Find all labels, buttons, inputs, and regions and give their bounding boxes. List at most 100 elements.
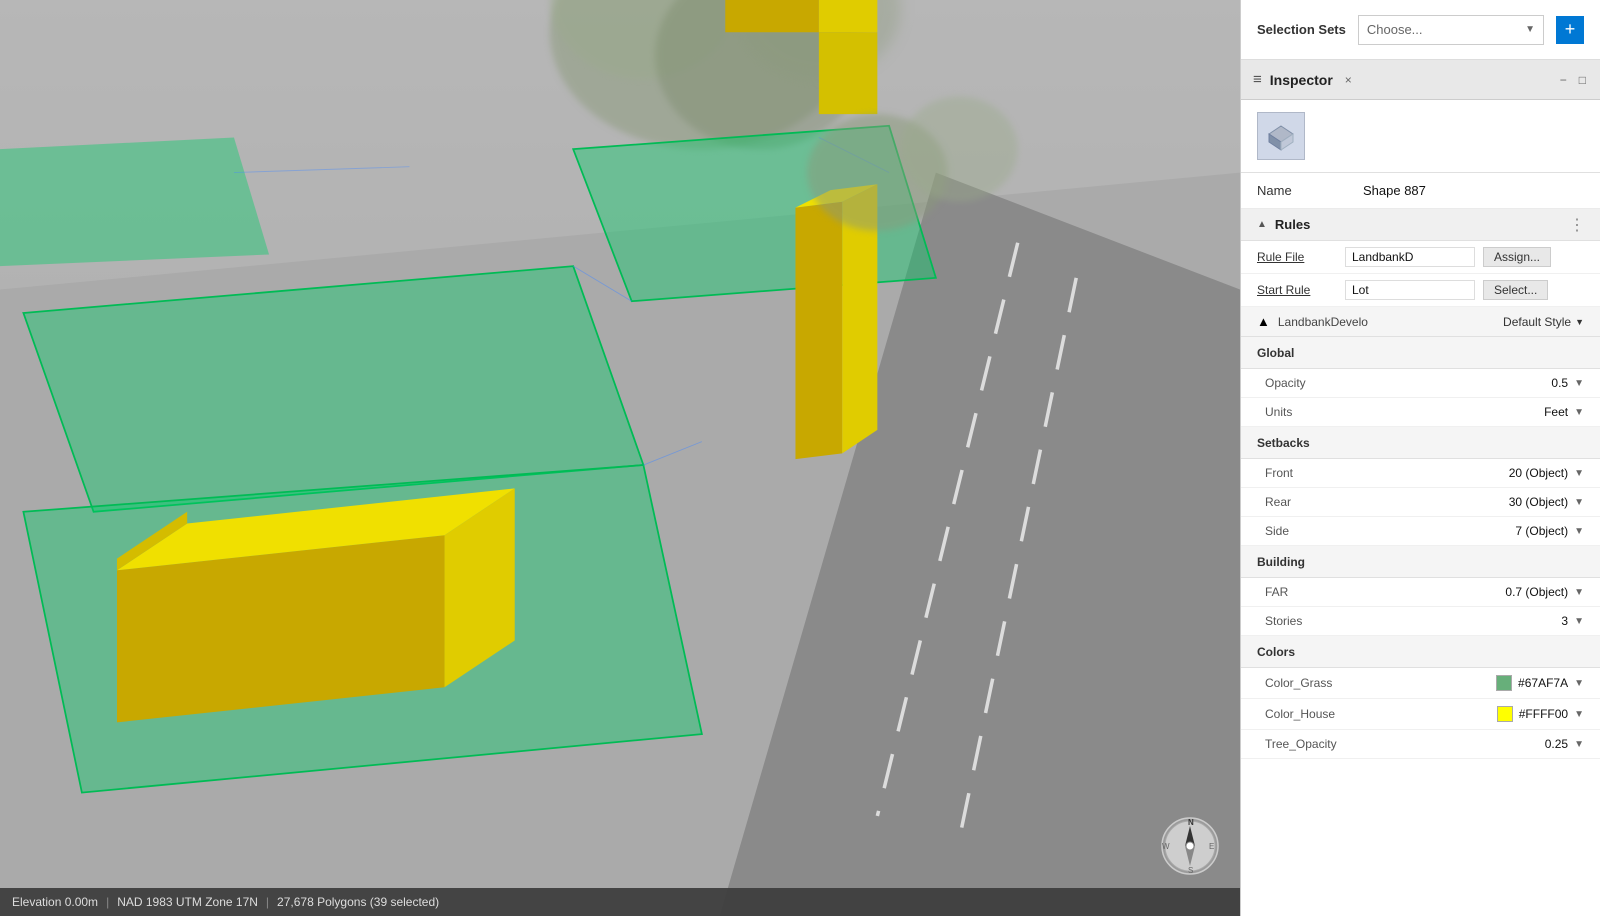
name-row: Name Shape 887: [1241, 173, 1600, 209]
color-grass-value: #67AF7A: [1518, 676, 1568, 690]
color-house-row: Color_House #FFFF00 ▼: [1241, 699, 1600, 730]
stories-value: 3: [1561, 614, 1568, 628]
tree-opacity-value: 0.25: [1545, 737, 1568, 751]
name-label: Name: [1257, 183, 1347, 198]
global-label: Global: [1257, 346, 1294, 360]
color-grass-dropdown[interactable]: #67AF7A ▼: [1496, 675, 1584, 691]
tree-opacity-chevron-icon: ▼: [1574, 739, 1584, 750]
front-value: 20 (Object): [1509, 466, 1568, 480]
rear-label: Rear: [1265, 495, 1509, 509]
name-value: Shape 887: [1363, 183, 1426, 198]
far-row: FAR 0.7 (Object) ▼: [1241, 578, 1600, 607]
color-house-dropdown[interactable]: #FFFF00 ▼: [1497, 706, 1584, 722]
stories-chevron-icon: ▼: [1574, 616, 1584, 627]
rear-row: Rear 30 (Object) ▼: [1241, 488, 1600, 517]
front-row: Front 20 (Object) ▼: [1241, 459, 1600, 488]
units-value: Feet: [1544, 405, 1568, 419]
units-dropdown[interactable]: Feet ▼: [1544, 405, 1584, 419]
colors-label: Colors: [1257, 645, 1295, 659]
color-grass-label: Color_Grass: [1265, 676, 1496, 690]
selection-sets-dropdown[interactable]: Choose... ▼: [1358, 15, 1544, 45]
color-house-value: #FFFF00: [1519, 707, 1568, 721]
units-chevron-icon: ▼: [1574, 407, 1584, 418]
far-label: FAR: [1265, 585, 1505, 599]
front-chevron-icon: ▼: [1574, 468, 1584, 479]
start-rule-row: Start Rule Lot Select...: [1241, 274, 1600, 307]
stories-dropdown[interactable]: 3 ▼: [1561, 614, 1584, 628]
status-bar: Elevation 0.00m | NAD 1983 UTM Zone 17N …: [0, 888, 1240, 916]
tree-opacity-dropdown[interactable]: 0.25 ▼: [1545, 737, 1584, 751]
opacity-chevron-icon: ▼: [1574, 378, 1584, 389]
start-rule-value: Lot: [1345, 280, 1475, 300]
minimize-button[interactable]: −: [1558, 73, 1569, 87]
rules-chevron-icon: ▲: [1257, 219, 1267, 230]
right-panel: Selection Sets Choose... ▼ + ≡ Inspector…: [1240, 0, 1600, 916]
rules-section-header[interactable]: ▲ Rules ⋮: [1241, 209, 1600, 241]
start-rule-select-button[interactable]: Select...: [1483, 280, 1548, 300]
svg-text:N: N: [1188, 818, 1194, 827]
tree-opacity-label: Tree_Opacity: [1265, 737, 1545, 751]
inspector-title: Inspector: [1270, 72, 1333, 88]
color-grass-swatch: [1496, 675, 1512, 691]
side-dropdown[interactable]: 7 (Object) ▼: [1515, 524, 1584, 538]
maximize-button[interactable]: □: [1577, 73, 1588, 87]
color-grass-row: Color_Grass #67AF7A ▼: [1241, 668, 1600, 699]
start-rule-label[interactable]: Start Rule: [1257, 283, 1337, 297]
inspector-window-controls: − □: [1558, 73, 1588, 87]
viewport-3d[interactable]: N S W E Elevation 0.00m | NAD 1983 UTM Z…: [0, 0, 1240, 916]
style-dropdown[interactable]: Default Style ▼: [1503, 315, 1584, 329]
coords-status: NAD 1983 UTM Zone 17N: [117, 895, 258, 909]
side-chevron-icon: ▼: [1574, 526, 1584, 537]
rule-file-label[interactable]: Rule File: [1257, 250, 1337, 264]
building-label: Building: [1257, 555, 1305, 569]
inspector-icon-area: [1241, 100, 1600, 173]
color-house-swatch: [1497, 706, 1513, 722]
style-subsection-header[interactable]: ▲ LandbankDevelo Default Style ▼: [1241, 307, 1600, 337]
side-label: Side: [1265, 524, 1515, 538]
setbacks-label: Setbacks: [1257, 436, 1310, 450]
side-row: Side 7 (Object) ▼: [1241, 517, 1600, 546]
color-house-chevron-icon: ▼: [1574, 709, 1584, 720]
rules-section-title: Rules: [1275, 217, 1310, 232]
compass: N S W E: [1160, 816, 1220, 876]
svg-text:E: E: [1209, 842, 1214, 851]
rear-dropdown[interactable]: 30 (Object) ▼: [1509, 495, 1584, 509]
style-chevron-down-icon: ▼: [1575, 317, 1584, 327]
rear-value: 30 (Object): [1509, 495, 1568, 509]
svg-text:W: W: [1162, 842, 1170, 851]
rule-file-row: Rule File LandbankD Assign...: [1241, 241, 1600, 274]
selection-sets-value: Choose...: [1367, 22, 1423, 37]
global-category: Global: [1241, 337, 1600, 369]
side-value: 7 (Object): [1515, 524, 1568, 538]
elevation-status: Elevation 0.00m: [12, 895, 98, 909]
far-value: 0.7 (Object): [1505, 585, 1568, 599]
opacity-row: Opacity 0.5 ▼: [1241, 369, 1600, 398]
opacity-dropdown[interactable]: 0.5 ▼: [1551, 376, 1584, 390]
units-row: Units Feet ▼: [1241, 398, 1600, 427]
rule-file-value: LandbankD: [1345, 247, 1475, 267]
inspector-panel: ≡ Inspector × − □: [1241, 60, 1600, 916]
scene-svg: [0, 0, 1240, 916]
colors-category: Colors: [1241, 636, 1600, 668]
far-chevron-icon: ▼: [1574, 587, 1584, 598]
style-value: Default Style: [1503, 315, 1571, 329]
style-chevron-icon: ▲: [1257, 314, 1270, 329]
rear-chevron-icon: ▼: [1574, 497, 1584, 508]
add-selection-set-button[interactable]: +: [1556, 16, 1584, 44]
inspector-header: ≡ Inspector × − □: [1241, 60, 1600, 100]
front-dropdown[interactable]: 20 (Object) ▼: [1509, 466, 1584, 480]
inspector-icon: ≡: [1253, 71, 1262, 88]
rules-menu-icon[interactable]: ⋮: [1569, 215, 1586, 235]
far-dropdown[interactable]: 0.7 (Object) ▼: [1505, 585, 1584, 599]
opacity-value: 0.5: [1551, 376, 1568, 390]
setbacks-category: Setbacks: [1241, 427, 1600, 459]
color-grass-chevron-icon: ▼: [1574, 678, 1584, 689]
opacity-label: Opacity: [1265, 376, 1551, 390]
inspector-content[interactable]: Name Shape 887 ▲ Rules ⋮ Rule File Landb…: [1241, 173, 1600, 916]
close-icon[interactable]: ×: [1345, 73, 1352, 87]
rule-file-assign-button[interactable]: Assign...: [1483, 247, 1551, 267]
building-category: Building: [1241, 546, 1600, 578]
svg-text:S: S: [1188, 866, 1193, 875]
style-label: LandbankDevelo: [1278, 315, 1495, 329]
stories-label: Stories: [1265, 614, 1561, 628]
